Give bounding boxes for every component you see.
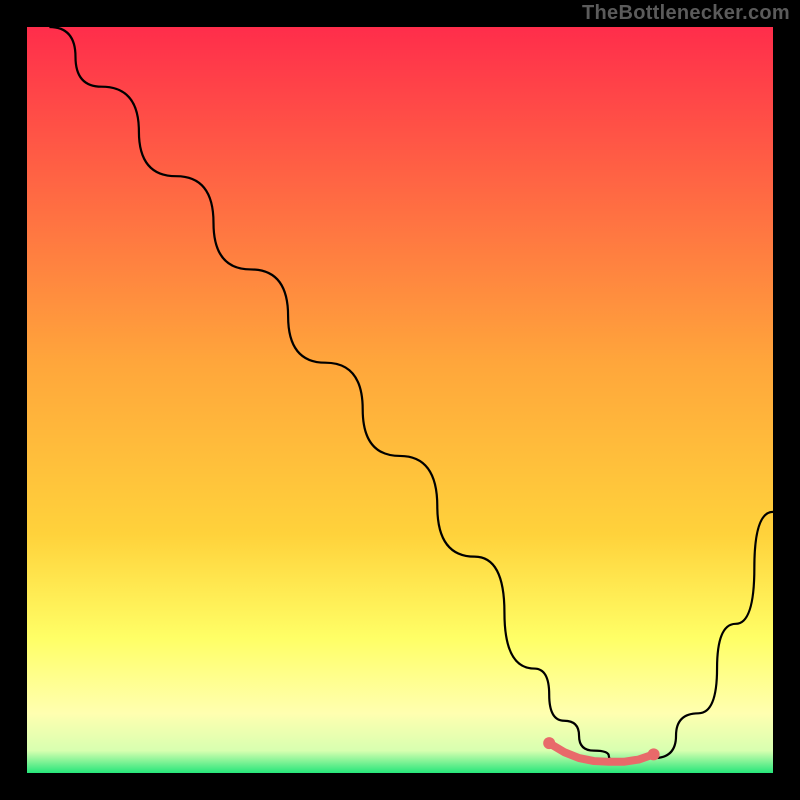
- watermark-text: TheBottlenecker.com: [582, 2, 790, 25]
- optimal-flat-endcap: [648, 748, 660, 760]
- bottleneck-chart: [0, 0, 800, 800]
- chart-stage: TheBottlenecker.com: [0, 0, 800, 800]
- optimal-flat-endcap: [543, 737, 555, 749]
